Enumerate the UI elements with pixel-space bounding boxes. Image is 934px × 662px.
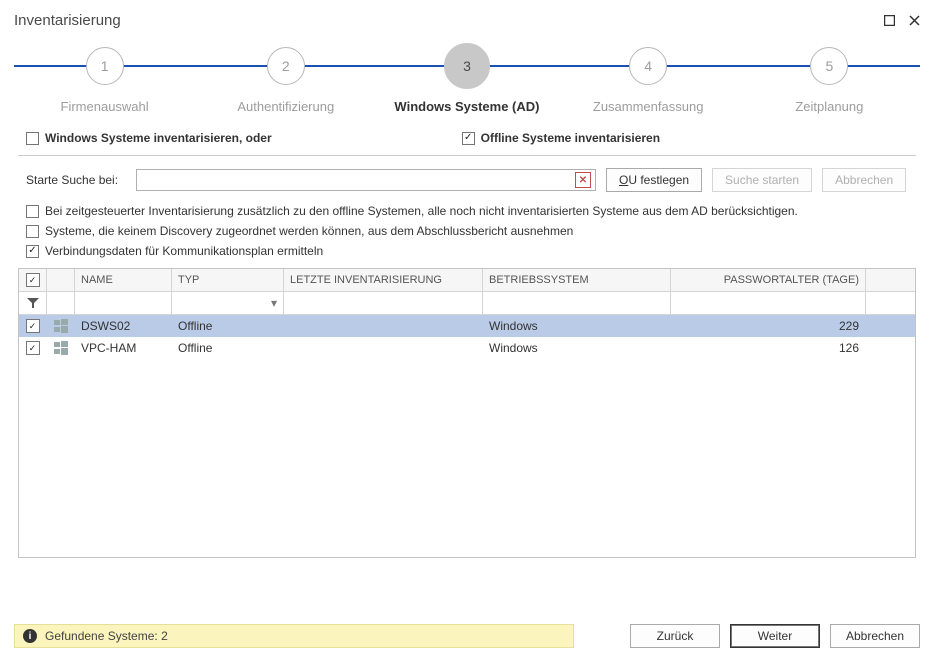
cell-name: DSWS02 [75, 315, 172, 337]
checkbox-icon [26, 319, 40, 333]
header-select-all[interactable] [19, 269, 47, 291]
header-name[interactable]: NAME [75, 269, 172, 291]
filter-os[interactable] [483, 292, 671, 314]
cell-type: Offline [172, 337, 284, 359]
cell-os: Windows [483, 337, 671, 359]
filter-name[interactable] [75, 292, 172, 314]
filter-password-age[interactable] [671, 292, 866, 314]
checkbox-icon [26, 273, 40, 287]
clear-search-icon[interactable]: ✕ [575, 172, 591, 188]
window-title: Inventarisierung [14, 12, 121, 29]
filter-os-icon[interactable] [47, 292, 75, 314]
window-controls [884, 15, 920, 26]
checkbox-label: Offline Systeme inventarisieren [481, 131, 660, 145]
start-search-button: Suche starten [712, 168, 812, 192]
status-bar: i Gefundene Systeme: 2 [14, 624, 574, 648]
header-os[interactable]: BETRIEBSSYSTEM [483, 269, 671, 291]
step-label: Firmenauswahl [20, 99, 190, 114]
cell-password-age: 126 [671, 337, 866, 359]
step-label: Zusammenfassung [563, 99, 733, 114]
cell-os: Windows [483, 315, 671, 337]
cell-type: Offline [172, 315, 284, 337]
next-button[interactable]: Weiter [730, 624, 820, 648]
checkbox-icon [26, 245, 39, 258]
checkbox-label: Windows Systeme inventarisieren, oder [45, 131, 272, 145]
info-icon: i [23, 629, 37, 643]
header-type[interactable]: TYP [172, 269, 284, 291]
step-label: Authentifizierung [201, 99, 371, 114]
grid-header-row: NAME TYP LETZTE INVENTARISIERUNG BETRIEB… [19, 269, 915, 292]
cell-spacer [866, 337, 915, 359]
windows-systems-checkbox[interactable]: Windows Systeme inventarisieren, oder [26, 131, 272, 145]
checkbox-icon [26, 132, 39, 145]
set-ou-button[interactable]: OU festlegen [606, 168, 702, 192]
cell-spacer [866, 315, 915, 337]
step-label: Zeitplanung [744, 99, 914, 114]
checkbox-icon [26, 225, 39, 238]
separator [18, 155, 916, 156]
checkbox-label: Systeme, die keinem Discovery zugeordnet… [45, 224, 573, 238]
cell-name: VPC-HAM [75, 337, 172, 359]
wizard-stepper: 1 Firmenauswahl 2 Authentifizierung 3 Wi… [14, 43, 920, 113]
exclude-no-discovery-checkbox[interactable]: Systeme, die keinem Discovery zugeordnet… [26, 224, 908, 238]
offline-systems-checkbox[interactable]: Offline Systeme inventarisieren [462, 131, 660, 145]
cancel-button[interactable]: Abbrechen [830, 624, 920, 648]
search-input[interactable]: ✕ [136, 169, 596, 191]
row-checkbox[interactable] [19, 337, 47, 359]
maximize-icon[interactable] [884, 15, 895, 26]
systems-grid: NAME TYP LETZTE INVENTARISIERUNG BETRIEB… [18, 268, 916, 558]
chevron-down-icon: ▾ [178, 296, 277, 310]
windows-icon [47, 315, 75, 337]
step-scheduling[interactable]: 5 Zeitplanung [744, 43, 914, 114]
step-number: 1 [86, 47, 124, 85]
options-list: Bei zeitgesteuerter Inventarisierung zus… [18, 204, 916, 268]
header-password-age[interactable]: PASSWORTALTER (TAGE) [671, 269, 866, 291]
step-number: 4 [629, 47, 667, 85]
close-icon[interactable] [909, 15, 920, 26]
mode-checkboxes: Windows Systeme inventarisieren, oder Of… [18, 125, 916, 155]
checkbox-icon [26, 341, 40, 355]
header-spacer [866, 269, 915, 291]
title-bar: Inventarisierung [14, 10, 920, 39]
step-authentication[interactable]: 2 Authentifizierung [201, 43, 371, 114]
step-label: Windows Systeme (AD) [382, 99, 552, 114]
filter-spacer [866, 292, 915, 314]
grid-filter-row: ▾ [19, 292, 915, 315]
filter-type-dropdown[interactable]: ▾ [172, 292, 284, 314]
step-number: 3 [444, 43, 490, 89]
step-number: 2 [267, 47, 305, 85]
connection-data-checkbox[interactable]: Verbindungsdaten für Kommunikationsplan … [26, 244, 908, 258]
footer-bar: i Gefundene Systeme: 2 Zurück Weiter Abb… [14, 624, 920, 648]
cell-password-age: 229 [671, 315, 866, 337]
step-windows-systems[interactable]: 3 Windows Systeme (AD) [382, 43, 552, 114]
cell-last-inventory [284, 315, 483, 337]
step-number: 5 [810, 47, 848, 85]
windows-icon [47, 337, 75, 359]
row-checkbox[interactable] [19, 315, 47, 337]
header-os-icon [47, 269, 75, 291]
scheduled-inventory-checkbox[interactable]: Bei zeitgesteuerter Inventarisierung zus… [26, 204, 908, 218]
cancel-search-button: Abbrechen [822, 168, 906, 192]
table-row[interactable]: VPC-HAM Offline Windows 126 [19, 337, 915, 359]
filter-last-inventory[interactable] [284, 292, 483, 314]
search-label: Starte Suche bei: [26, 173, 126, 187]
table-row[interactable]: DSWS02 Offline Windows 229 [19, 315, 915, 337]
back-button[interactable]: Zurück [630, 624, 720, 648]
step-company-selection[interactable]: 1 Firmenauswahl [20, 43, 190, 114]
checkbox-icon [462, 132, 475, 145]
inventory-wizard-window: Inventarisierung 1 Firmenauswahl 2 Authe… [0, 0, 934, 662]
status-text: Gefundene Systeme: 2 [45, 629, 168, 643]
checkbox-icon [26, 205, 39, 218]
header-last-inventory[interactable]: LETZTE INVENTARISIERUNG [284, 269, 483, 291]
cell-last-inventory [284, 337, 483, 359]
checkbox-label: Bei zeitgesteuerter Inventarisierung zus… [45, 204, 798, 218]
step-summary[interactable]: 4 Zusammenfassung [563, 43, 733, 114]
checkbox-label: Verbindungsdaten für Kommunikationsplan … [45, 244, 323, 258]
filter-funnel[interactable] [19, 292, 47, 314]
search-row: Starte Suche bei: ✕ OU festlegen Suche s… [18, 166, 916, 204]
